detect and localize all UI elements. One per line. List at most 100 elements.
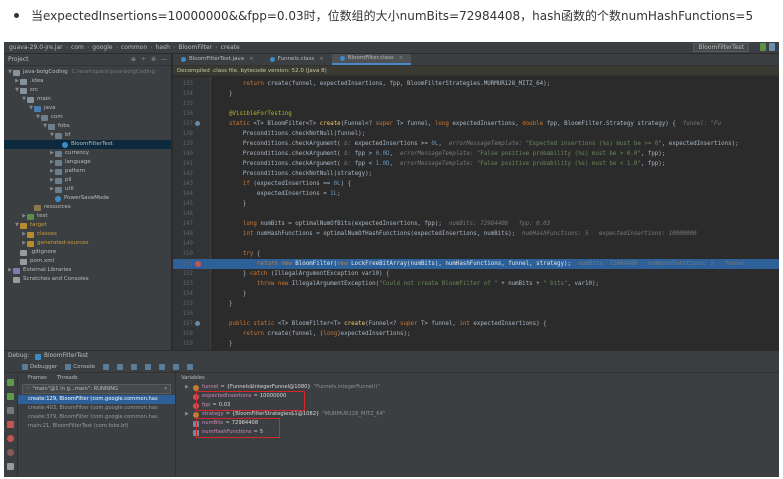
tree-item[interactable]: ▶ language (4, 158, 171, 167)
line-number[interactable]: 149 (175, 239, 193, 249)
line-number[interactable]: 142 (175, 169, 193, 179)
line-number[interactable]: 156 (175, 309, 193, 319)
tree-item[interactable]: .gitignore (4, 248, 171, 257)
code-line[interactable]: 146 (173, 209, 779, 219)
tree-item[interactable]: ▼ main (4, 95, 171, 104)
line-number[interactable]: 137 (175, 119, 193, 129)
step-into-icon[interactable] (117, 364, 124, 370)
tree-item[interactable]: ▶ util (4, 185, 171, 194)
debugger-tab[interactable]: Debugger (22, 364, 57, 370)
line-number[interactable]: 159 (175, 339, 193, 349)
tree-item[interactable]: ▶ pil (4, 176, 171, 185)
close-icon[interactable]: × (249, 54, 254, 65)
code-line[interactable]: 142 Preconditions.checkNotNull(strategy)… (173, 169, 779, 179)
breadcrumb-class[interactable]: BloomFilter (175, 44, 215, 51)
breadcrumb-jar[interactable]: guava-29.0-jre.jar (6, 44, 66, 51)
force-step-into-icon[interactable] (131, 364, 138, 370)
stack-frame[interactable]: create:403, BloomFilter (com.google.comm… (18, 404, 175, 413)
close-icon[interactable]: × (319, 54, 324, 65)
line-number[interactable]: 141 (175, 159, 193, 169)
line-number[interactable]: 134 (175, 89, 193, 99)
code-line[interactable]: 158 return create(funnel, (long)expected… (173, 329, 779, 339)
code-line[interactable]: 134 } (173, 89, 779, 99)
line-number[interactable]: 140 (175, 149, 193, 159)
breadcrumb-common[interactable]: common (118, 44, 150, 51)
code-line[interactable]: 141 Preconditions.checkArgument( b: fpp … (173, 159, 779, 169)
view-breakpoints-icon[interactable] (7, 435, 14, 442)
tree-item[interactable]: ▶ currency (4, 149, 171, 158)
line-number[interactable]: 154 (175, 289, 193, 299)
code-line[interactable]: 159 } (173, 339, 779, 349)
editor-tab[interactable]: Funnels.class × (262, 54, 332, 65)
frames-tab[interactable]: Frames (28, 373, 47, 383)
stack-frame[interactable]: create:129, BloomFilter (com.google.comm… (18, 395, 175, 404)
code-line[interactable]: 154 } (173, 289, 779, 299)
console-tab[interactable]: Console (65, 364, 95, 370)
code-line[interactable]: 147 long numBits = optimalNumOfBits(expe… (173, 219, 779, 229)
code-line[interactable]: 144 expectedInsertions = 1L; (173, 189, 779, 199)
line-number[interactable]: 148 (175, 229, 193, 239)
code-line[interactable]: 153 throw new IllegalArgumentException("… (173, 279, 779, 289)
locate-icon[interactable]: ⊕ (131, 56, 136, 63)
line-number[interactable]: 150 (175, 249, 193, 259)
line-number[interactable]: 135 (175, 99, 193, 109)
line-number[interactable]: 136 (175, 109, 193, 119)
implementation-marker-icon[interactable] (195, 121, 200, 126)
code-line[interactable]: 156 (173, 309, 779, 319)
debug-config-tab[interactable]: BloomFilterTest (35, 351, 88, 362)
breadcrumb-com[interactable]: com (68, 44, 87, 51)
mute-breakpoints-icon[interactable] (7, 449, 14, 456)
breadcrumb-hash[interactable]: hash (153, 44, 173, 51)
stack-frame[interactable]: main:21, BloomFilterTest (com.fobs.bf) (18, 422, 175, 431)
tree-item[interactable]: Scratches and Consoles (4, 275, 171, 284)
rerun-icon[interactable] (7, 379, 14, 386)
code-line[interactable]: 139 Preconditions.checkArgument( b: expe… (173, 139, 779, 149)
current-execution-line[interactable]: 151 return new BloomFilter(new LockFreeB… (173, 259, 779, 269)
gear-icon[interactable]: ✲ (151, 56, 156, 63)
line-number[interactable]: 157 (175, 319, 193, 329)
tree-item[interactable]: ▼ com (4, 113, 171, 122)
tree-item[interactable]: ▼ java-bolgCoding C:\workspace\java-bolgCo… (4, 68, 171, 77)
line-number[interactable]: 152 (175, 269, 193, 279)
code-line[interactable]: 155 } (173, 299, 779, 309)
drop-frame-icon[interactable] (159, 364, 166, 370)
tree-item[interactable]: ▶ classes (4, 230, 171, 239)
tree-item[interactable]: ▶ generated-sources (4, 239, 171, 248)
code-line[interactable]: 140 Preconditions.checkArgument( b: fpp … (173, 149, 779, 159)
stack-frame[interactable]: create:379, BloomFilter (com.google.comm… (18, 413, 175, 422)
run-icon[interactable] (760, 43, 766, 51)
collapse-icon[interactable]: ÷ (141, 56, 146, 63)
project-panel-title[interactable]: Project (8, 56, 29, 63)
breadcrumb-method[interactable]: create (218, 44, 243, 51)
code-line[interactable]: 150 try { (173, 249, 779, 259)
line-number[interactable]: 143 (175, 179, 193, 189)
tree-item[interactable]: ▶ .idea (4, 77, 171, 86)
tree-item[interactable]: ▶ External Libraries (4, 266, 171, 275)
evaluate-icon[interactable] (187, 364, 194, 370)
code-line[interactable]: 133 return create(funnel, expectedInsert… (173, 79, 779, 89)
tree-item[interactable]: PowerSaveMode (4, 194, 171, 203)
run-configuration-select[interactable]: BloomFilterTest (693, 43, 749, 52)
code-line[interactable]: 143 if (expectedInsertions == 0L) { (173, 179, 779, 189)
editor-tab[interactable]: BloomFilterTest.java × (173, 54, 262, 65)
step-out-icon[interactable] (145, 364, 152, 370)
code-line[interactable]: 145 } (173, 199, 779, 209)
line-number[interactable]: 139 (175, 139, 193, 149)
tree-item[interactable]: ▼ java (4, 104, 171, 113)
run-to-cursor-icon[interactable] (173, 364, 180, 370)
tree-item[interactable]: ▼ src (4, 86, 171, 95)
code-line[interactable]: 152 } catch (IllegalArgumentException va… (173, 269, 779, 279)
line-number[interactable]: 151 (175, 259, 193, 269)
hide-icon[interactable]: — (161, 56, 167, 63)
tree-item[interactable]: ▼ target (4, 221, 171, 230)
tree-item[interactable]: resources (4, 203, 171, 212)
code-line[interactable]: 148 int numHashFunctions = optimalNumOfH… (173, 229, 779, 239)
line-number[interactable]: 147 (175, 219, 193, 229)
line-number[interactable]: 155 (175, 299, 193, 309)
code-line[interactable]: 135 (173, 99, 779, 109)
tree-item[interactable]: ▶ pattern (4, 167, 171, 176)
breadcrumb-google[interactable]: google (89, 44, 115, 51)
line-number[interactable]: 146 (175, 209, 193, 219)
line-number[interactable]: 138 (175, 129, 193, 139)
line-number[interactable]: 153 (175, 279, 193, 289)
